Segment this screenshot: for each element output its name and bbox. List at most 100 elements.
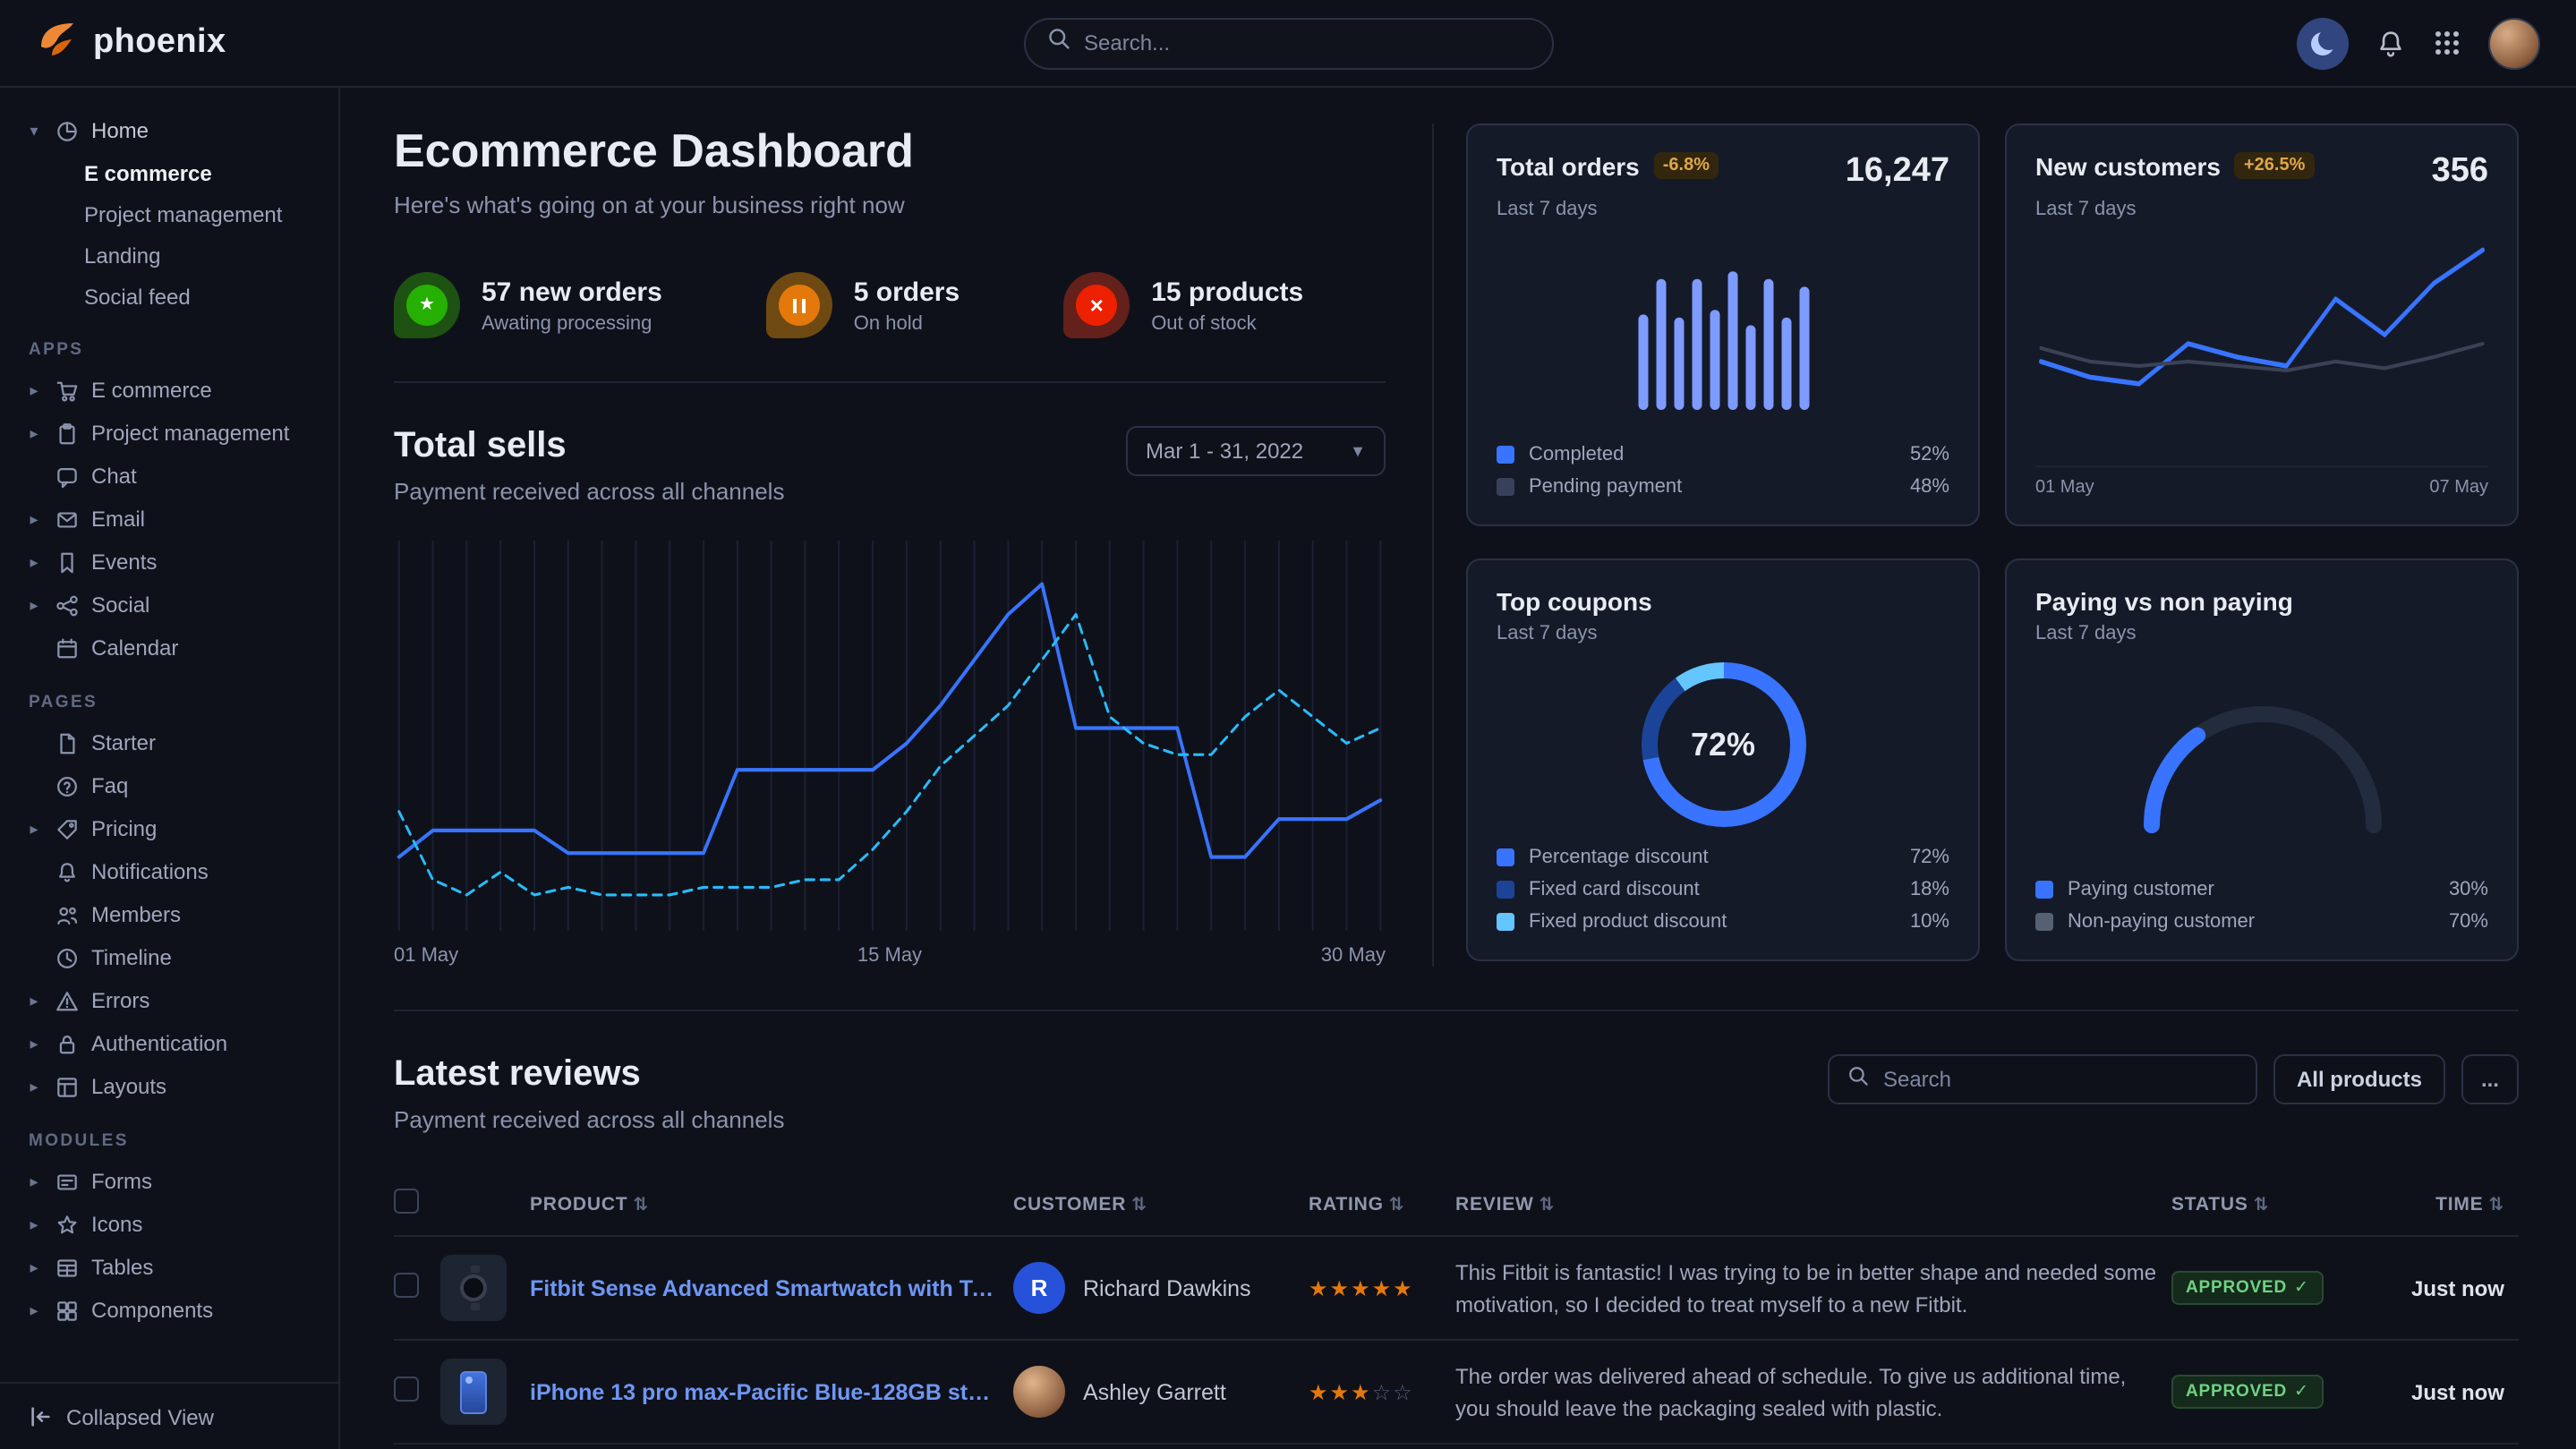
customer-cell[interactable]: Ashley Garrett — [1013, 1366, 1294, 1418]
sidebar-item-components[interactable]: ▸ Components — [25, 1289, 324, 1332]
sidebar-item-members[interactable]: Members — [25, 893, 324, 936]
theme-toggle-button[interactable] — [2297, 17, 2349, 69]
kpi-cards: Total orders -6.8% 16,247 Last 7 days Co… — [1466, 124, 2519, 967]
clipboard-icon — [54, 420, 81, 447]
sidebar-item-events[interactable]: ▸ Events — [25, 541, 324, 584]
row-checkbox[interactable] — [394, 1377, 419, 1402]
avatar: R — [1013, 1262, 1065, 1314]
chevron-right-icon: ▸ — [25, 1077, 43, 1096]
time-value: Just now — [2383, 1236, 2519, 1340]
total-orders-card: Total orders -6.8% 16,247 Last 7 days Co… — [1466, 124, 1980, 526]
reviews-search-input[interactable] — [1883, 1067, 2238, 1092]
column-time[interactable]: TIME⇅ — [2383, 1172, 2519, 1236]
tag-icon — [54, 815, 81, 842]
sidebar-item-calendar[interactable]: Calendar — [25, 626, 324, 669]
sidebar-item-pricing[interactable]: ▸ Pricing — [25, 807, 324, 850]
legend-pending-payment: Pending payment 48% — [1497, 476, 1949, 498]
sort-icon: ⇅ — [1131, 1195, 1147, 1215]
sidebar-item-tables[interactable]: ▸ Tables — [25, 1246, 324, 1289]
select-all-checkbox[interactable] — [394, 1189, 419, 1214]
sidebar-item-starter[interactable]: Starter — [25, 721, 324, 764]
sidebar-item-email[interactable]: ▸ Email — [25, 498, 324, 541]
page-subtitle: Here's what's going on at your business … — [394, 192, 1386, 218]
users-icon — [54, 901, 81, 928]
chevron-right-icon: ▸ — [25, 595, 43, 615]
chevron-right-icon: ▸ — [25, 991, 43, 1010]
sidebar-item-social-feed[interactable]: Social feed — [25, 276, 324, 317]
row-checkbox[interactable] — [394, 1273, 419, 1298]
notifications-button[interactable] — [2376, 28, 2406, 58]
sidebar-item-faq[interactable]: Faq — [25, 764, 324, 807]
new-customers-change-badge: +26.5% — [2235, 152, 2314, 179]
sidebar-item-social[interactable]: ▸ Social — [25, 584, 324, 626]
chevron-right-icon: ▸ — [25, 1172, 43, 1191]
bell-icon — [2376, 28, 2406, 58]
sidebar-item-errors[interactable]: ▸ Errors — [25, 979, 324, 1022]
calendar-icon — [54, 635, 81, 661]
sidebar-item-icons[interactable]: ▸ Icons — [25, 1203, 324, 1246]
navbar-actions — [2297, 17, 2540, 69]
reviews-search[interactable] — [1828, 1054, 2257, 1104]
global-search[interactable] — [1023, 17, 1553, 69]
sidebar-item-layouts[interactable]: ▸ Layouts — [25, 1065, 324, 1108]
sort-icon: ⇅ — [1389, 1195, 1405, 1215]
column-customer[interactable]: CUSTOMER⇅ — [1013, 1172, 1309, 1236]
main-content: Ecommerce Dashboard Here's what's going … — [340, 88, 2576, 1449]
legend-swatch — [1497, 478, 1514, 496]
sidebar-item-project-management-app[interactable]: ▸ Project management — [25, 412, 324, 455]
sidebar-item-authentication[interactable]: ▸ Authentication — [25, 1022, 324, 1065]
column-rating[interactable]: RATING⇅ — [1309, 1172, 1455, 1236]
page-title: Ecommerce Dashboard — [394, 124, 1386, 179]
chevron-right-icon: ▸ — [25, 819, 43, 839]
global-search-input[interactable] — [1084, 30, 1530, 55]
collapsed-view-toggle[interactable]: Collapsed View — [0, 1382, 338, 1449]
legend-swatch — [1497, 848, 1514, 865]
bell-icon — [54, 858, 81, 885]
user-avatar[interactable] — [2488, 17, 2540, 69]
sidebar-item-forms[interactable]: ▸ Forms — [25, 1160, 324, 1203]
search-icon — [1847, 1063, 1869, 1095]
search-icon — [1046, 27, 1070, 59]
legend-swatch — [2035, 912, 2053, 930]
product-link[interactable]: iPhone 13 pro max-Pacific Blue-128GB sto… — [530, 1379, 999, 1404]
date-range-select[interactable]: Mar 1 - 31, 2022 ▼ — [1126, 426, 1386, 476]
all-products-button[interactable]: All products — [2273, 1054, 2445, 1104]
sidebar-item-ecommerce-dashboard[interactable]: E commerce — [25, 152, 324, 193]
cross-badge-icon: × — [1063, 272, 1130, 338]
sidebar-item-landing[interactable]: Landing — [25, 234, 324, 276]
form-input-icon — [54, 1168, 81, 1195]
total-sells-title: Total sells — [394, 426, 784, 467]
chevron-right-icon: ▸ — [25, 1300, 43, 1320]
legend-swatch — [1497, 880, 1514, 898]
sidebar-item-home[interactable]: ▾ Home — [25, 109, 324, 152]
sidebar-item-label: Home — [91, 118, 149, 143]
review-text: The order was delivered ahead of schedul… — [1455, 1360, 2157, 1424]
time-value: Just now — [2383, 1340, 2519, 1443]
sidebar-item-chat[interactable]: Chat — [25, 455, 324, 498]
sidebar-item-ecommerce-app[interactable]: ▸ E commerce — [25, 369, 324, 412]
column-status[interactable]: STATUS⇅ — [2171, 1172, 2383, 1236]
customer-cell[interactable]: R Richard Dawkins — [1013, 1262, 1294, 1314]
column-product[interactable]: PRODUCT⇅ — [440, 1172, 1013, 1236]
product-link[interactable]: Fitbit Sense Advanced Smartwatch with To… — [530, 1275, 999, 1300]
sidebar-item-timeline[interactable]: Timeline — [25, 936, 324, 979]
star-icon — [54, 1211, 81, 1238]
more-options-button[interactable]: ... — [2461, 1054, 2519, 1104]
total-sells-x-axis: 01 May 15 May 30 May — [394, 945, 1386, 967]
total-orders-value: 16,247 — [1846, 152, 1949, 192]
dashboard-top-section: Ecommerce Dashboard Here's what's going … — [394, 124, 2519, 1011]
apps-grid-button[interactable] — [2433, 29, 2461, 57]
latest-reviews-subtitle: Payment received across all channels — [394, 1106, 784, 1133]
avatar — [1013, 1366, 1065, 1418]
sidebar-section-apps: APPS — [29, 340, 324, 360]
latest-reviews-title: Latest reviews — [394, 1054, 784, 1095]
sidebar-item-project-management-dashboard[interactable]: Project management — [25, 193, 324, 234]
status-badge: APPROVED✓ — [2171, 1271, 2324, 1305]
brand[interactable]: phoenix — [36, 17, 226, 69]
column-review[interactable]: REVIEW⇅ — [1455, 1172, 2171, 1236]
table-header-row: PRODUCT⇅ CUSTOMER⇅ RATING⇅ REVIEW⇅ STATU… — [394, 1172, 2519, 1236]
chevron-right-icon: ▸ — [25, 1257, 43, 1277]
chevron-down-icon: ▾ — [25, 121, 43, 141]
sidebar-item-notifications[interactable]: Notifications — [25, 850, 324, 893]
new-customers-value: 356 — [2432, 152, 2488, 192]
